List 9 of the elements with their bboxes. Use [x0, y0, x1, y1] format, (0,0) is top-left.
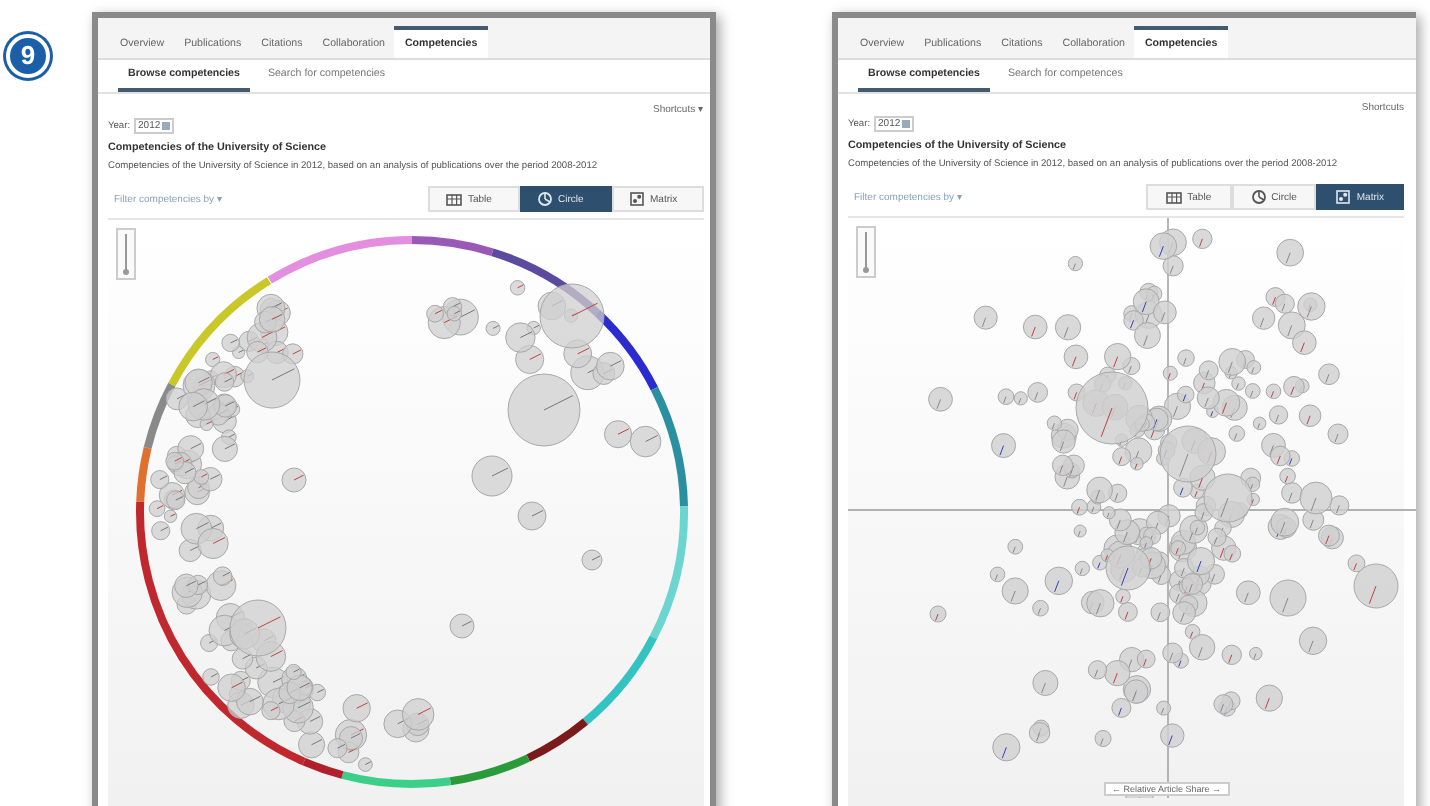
step-number-badge: 9: [6, 34, 50, 78]
table-icon: [446, 193, 462, 205]
pie-icon: [1251, 190, 1266, 204]
zoom-slider-icon[interactable]: [856, 226, 876, 278]
scatter-icon: [1336, 190, 1351, 204]
scatter-icon: [630, 192, 644, 206]
zoom-slider-icon[interactable]: [116, 228, 136, 280]
table-icon: [1165, 191, 1182, 203]
pie-icon: [538, 192, 552, 206]
